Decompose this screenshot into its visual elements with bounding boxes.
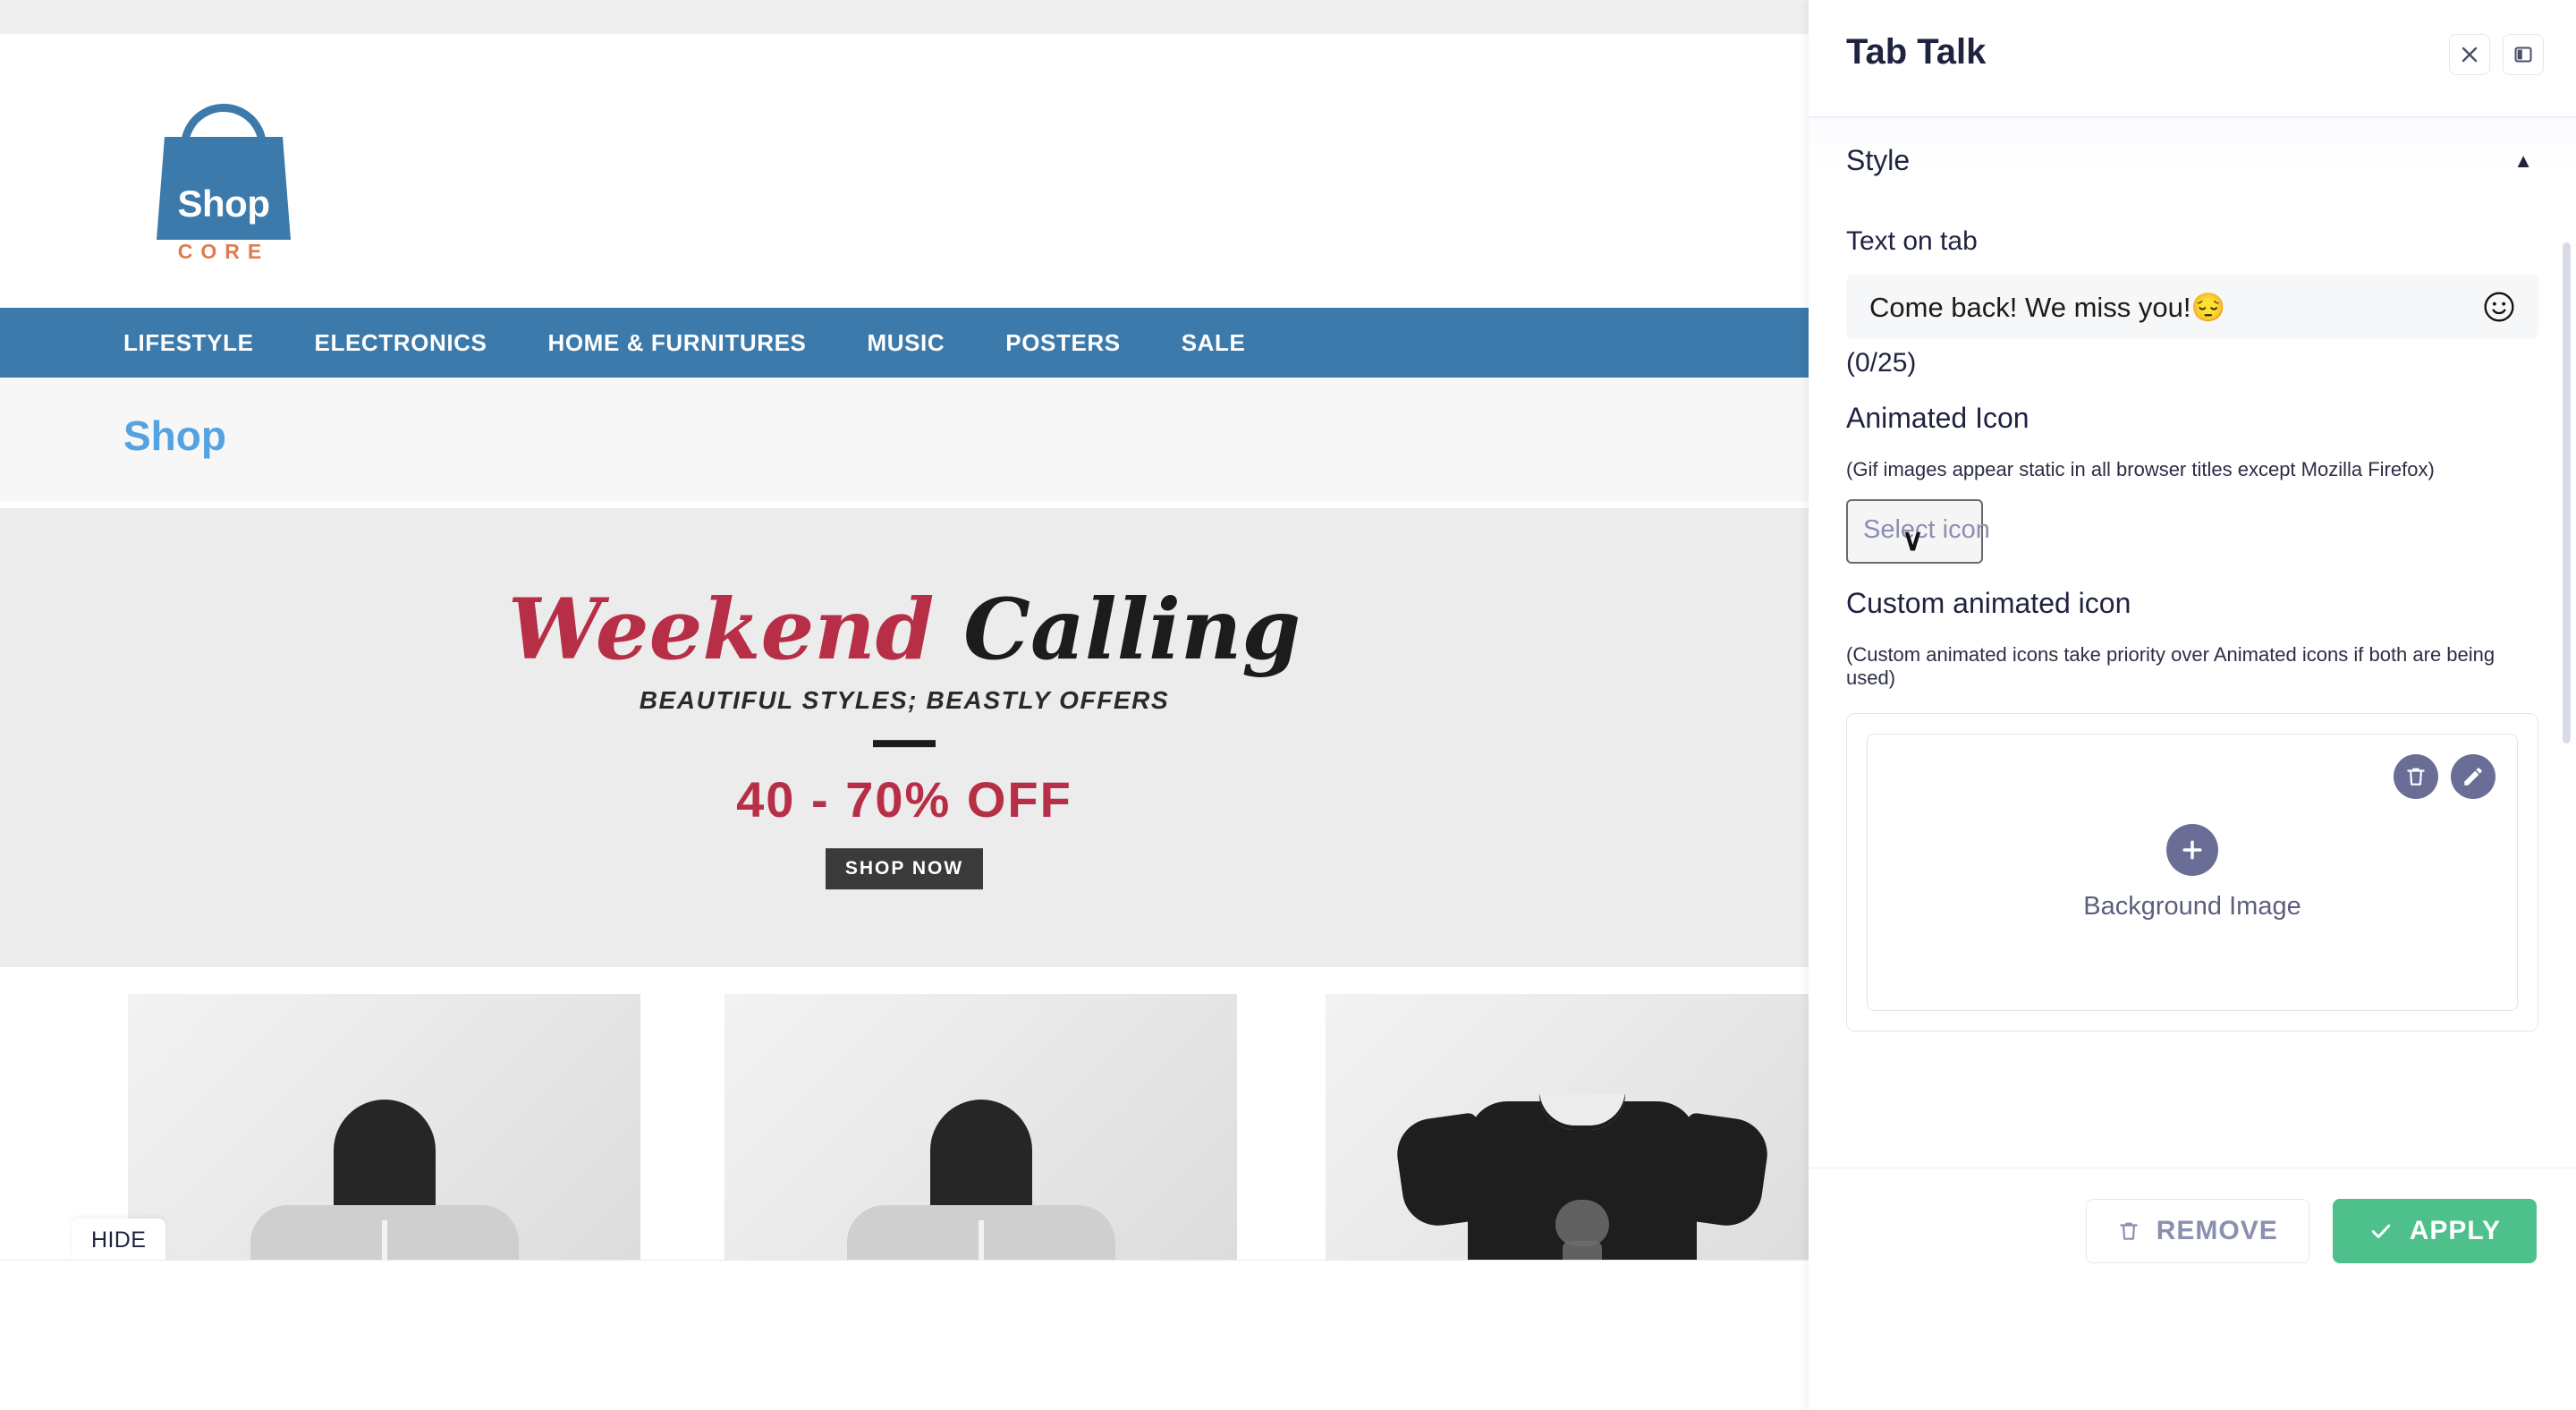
app-root: Shop CORE LIFESTYLE ELECTRONICS HOME & F… [0,0,2576,1410]
hero-word-weekend: Weekend [507,580,935,679]
hero-shop-now-button[interactable]: SHOP NOW [825,848,984,890]
tab-talk-panel: Tab Talk Style ▲ Text on tab Come back! … [1809,0,2576,1410]
hero-headline: Weekend Calling [502,585,1307,675]
background-image-dropzone[interactable]: Background Image [1867,734,2518,1011]
accordion-style-label: Style [1846,144,1911,176]
preview-top-strip [0,0,1809,34]
remove-button-label: REMOVE [2156,1215,2278,1245]
animated-icon-title: Animated Icon [1846,402,2029,434]
product-card[interactable] [1326,994,1809,1260]
custom-animated-icon-hint: (Custom animated icons take priority ove… [1846,643,2496,689]
hide-toolbar-tooltip[interactable]: HIDE [72,1219,166,1262]
hero-word-calling: Calling [963,580,1301,679]
text-on-tab-counter: (0/25) [1846,348,1917,378]
text-on-tab-input[interactable] [1846,275,2419,339]
apply-button-label: APPLY [2409,1215,2501,1245]
smiley-icon [2484,292,2514,322]
text-on-tab-label: Text on tab [1846,226,1978,256]
panel-footer: REMOVE APPLY [1809,1168,2576,1293]
logo-sub-text: CORE [177,240,270,263]
panel-header: Tab Talk [1809,0,2576,117]
panel-close-button[interactable] [2449,34,2490,75]
panel-scrollbar[interactable] [2563,242,2571,743]
add-background-image-button[interactable] [2166,823,2218,876]
chevron-down-icon: ∨ [1902,523,1924,557]
product-grid [0,967,1809,1260]
nav-item-lifestyle[interactable]: LIFESTYLE [123,329,254,357]
panel-title: Tab Talk [1846,32,1987,72]
logo-brand-text: Shop [177,183,270,225]
pencil-icon [2464,768,2482,786]
page-title: Shop [123,412,226,459]
custom-animated-icon-title: Custom animated icon [1846,587,2131,619]
site-logo[interactable]: Shop CORE [139,97,309,263]
site-header: Shop CORE [0,34,1809,298]
text-on-tab-field [1846,275,2538,339]
plus-icon [2182,840,2202,859]
trash-icon [2119,1222,2138,1240]
background-image-label: Background Image [2083,891,2301,921]
panel-body: Style ▲ Text on tab ( [1809,117,2576,1236]
apply-button[interactable]: APPLY [2332,1198,2537,1263]
page-heading-section: Shop [0,378,1809,501]
custom-icon-dropzone-outer: Background Image [1846,713,2538,1032]
trash-icon [2407,768,2425,786]
hero-divider [873,740,936,748]
nav-item-electronics[interactable]: ELECTRONICS [315,329,487,357]
style-fields: Text on tab (0/25) Animated Icon (Gi [1809,226,2576,1032]
animated-icon-hint: (Gif images appear static in all browser… [1846,458,2435,480]
check-icon [2371,1224,2391,1238]
edit-background-image-button[interactable] [2451,754,2496,799]
website-preview: Shop CORE LIFESTYLE ELECTRONICS HOME & F… [0,0,1809,1260]
hero-subtitle: BEAUTIFUL STYLES; BEASTLY OFFERS [639,686,1170,715]
hero-banner: Weekend Calling BEAUTIFUL STYLES; BEASTL… [0,508,1809,967]
select-icon-dropdown[interactable]: Select icon ∨ [1846,499,1990,564]
emoji-picker-button[interactable] [2481,289,2517,325]
nav-item-music[interactable]: MUSIC [867,329,945,357]
site-navbar: LIFESTYLE ELECTRONICS HOME & FURNITURES … [0,308,1809,378]
panel-dock-button[interactable] [2503,34,2544,75]
close-icon [2462,47,2478,63]
remove-button[interactable]: REMOVE [2085,1198,2309,1263]
nav-item-sale[interactable]: SALE [1182,329,1246,357]
delete-background-image-button[interactable] [2394,754,2438,799]
product-card[interactable] [128,994,640,1260]
select-icon-label: Select icon [1863,515,1990,544]
panel-layout-icon [2514,47,2532,63]
product-card[interactable] [724,994,1237,1260]
nav-item-posters[interactable]: POSTERS [1005,329,1120,357]
hero-discount: 40 - 70% OFF [736,771,1072,828]
chevron-up-icon: ▲ [2513,149,2533,172]
accordion-style[interactable]: Style ▲ [1809,117,2576,203]
nav-item-home-furnitures[interactable]: HOME & FURNITURES [547,329,806,357]
